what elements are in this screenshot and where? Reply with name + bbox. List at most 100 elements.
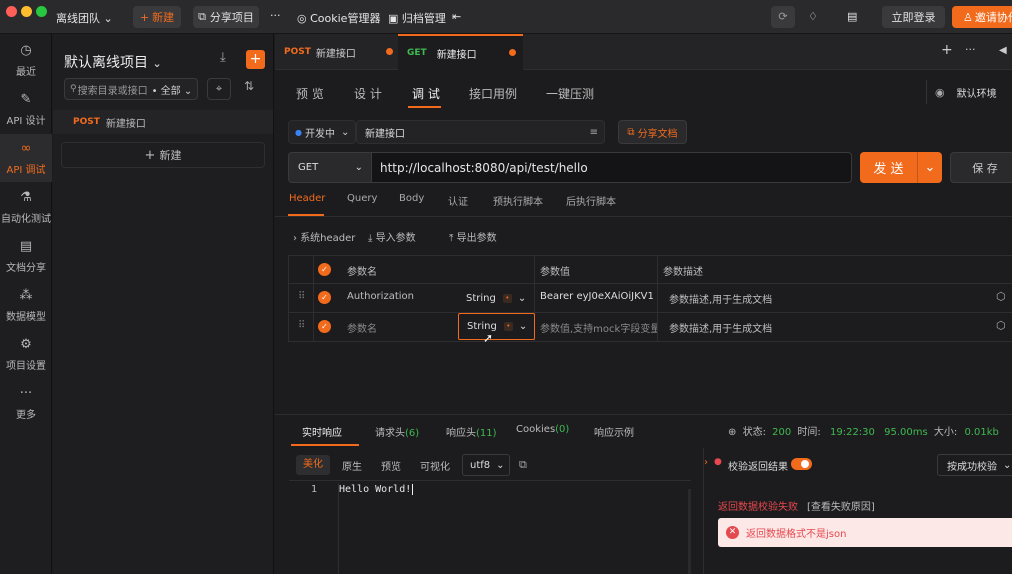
collapse-icon[interactable]: ⇤ xyxy=(452,10,461,23)
sort-icon[interactable]: ⇅ xyxy=(244,79,254,93)
param-name[interactable]: 参数名 xyxy=(347,320,457,335)
subtab-cases[interactable]: 接口用例 xyxy=(469,85,517,102)
nav-auto-test[interactable]: ⚗ 自动化测试 xyxy=(0,183,52,231)
validation-mode-select[interactable]: 按成功校验 ⌄ xyxy=(937,454,1012,476)
view-fail-reason-link[interactable]: [查看失败原因] xyxy=(807,498,875,513)
new-button[interactable]: + 新建 xyxy=(133,6,181,28)
tab-request-headers[interactable]: 请求头(6) xyxy=(375,424,419,439)
tab-query[interactable]: Query xyxy=(347,193,377,204)
tab-more-icon[interactable]: ··· xyxy=(965,43,976,56)
tab-response-headers[interactable]: 响应头(11) xyxy=(446,424,497,439)
import-icon[interactable]: ⤓ xyxy=(220,50,226,65)
team-selector[interactable]: 离线团队 ⌄ xyxy=(56,10,113,26)
copy-icon[interactable]: ⧉ xyxy=(519,458,527,472)
maximize-window-button[interactable] xyxy=(36,6,47,17)
param-value[interactable]: 参数值,支持mock字段变量 xyxy=(540,320,657,335)
locate-icon[interactable]: ⌖ xyxy=(207,78,231,100)
param-desc[interactable]: 参数描述,用于生成文档 xyxy=(669,320,969,335)
view-beautify[interactable]: 美化 xyxy=(296,455,330,475)
param-value[interactable]: Bearer eyJ0eXAiOiJKV1 xyxy=(540,291,653,302)
tab-post-script[interactable]: 后执行脚本 xyxy=(566,193,616,208)
tab-post[interactable]: POST 新建接口 xyxy=(275,34,397,70)
cube-icon[interactable]: ⬡ xyxy=(996,290,1006,303)
subtab-preview[interactable]: 预 览 xyxy=(296,85,324,102)
status-label: 状态: xyxy=(742,427,766,438)
api-name-input[interactable]: 新建接口 ≡ xyxy=(356,120,605,144)
row-checkbox[interactable]: ✓ xyxy=(318,320,331,333)
nav-data-model[interactable]: ⁂ 数据模型 xyxy=(0,281,52,329)
share-project-button[interactable]: ⧉ 分享项目 xyxy=(193,6,259,28)
type-select[interactable]: String • ⌄ xyxy=(458,313,535,340)
share-doc-button[interactable]: ⧉ 分享文档 xyxy=(618,120,687,144)
notification-icon[interactable]: ♢ xyxy=(808,10,818,23)
scrollbar[interactable] xyxy=(688,489,691,574)
type-select[interactable]: String • ⌄ xyxy=(459,286,533,310)
send-button[interactable]: 发 送 ⌄ xyxy=(860,152,942,183)
drag-handle-icon[interactable]: ⠿ xyxy=(298,291,305,302)
param-name[interactable]: Authorization xyxy=(347,291,457,302)
cube-icon[interactable]: ⬡ xyxy=(996,319,1006,332)
save-button[interactable]: 保 存 xyxy=(950,152,1012,183)
view-raw[interactable]: 原生 xyxy=(342,458,362,473)
url-input[interactable]: http://localhost:8080/api/test/hello xyxy=(372,152,852,183)
archive-button[interactable]: ▣ 归档管理 xyxy=(388,10,446,26)
code-editor[interactable]: Hello World! xyxy=(339,484,420,495)
encoding-select[interactable]: utf8 ⌄ xyxy=(462,454,510,476)
select-all-checkbox[interactable]: ✓ xyxy=(318,263,331,276)
login-button[interactable]: 立即登录 xyxy=(882,6,945,28)
view-visual[interactable]: 可视化 xyxy=(420,458,450,473)
nav-doc-share[interactable]: ▤ 文档分享 xyxy=(0,232,52,280)
tab-body[interactable]: Body xyxy=(399,193,424,204)
search-input[interactable]: ⚲ 搜索目录或接口 • 全部 ⌄ xyxy=(64,78,198,100)
system-header-toggle[interactable]: › 系统header xyxy=(293,229,355,244)
more-icon[interactable]: ··· xyxy=(270,9,281,22)
nav-api-debug[interactable]: ∞ API 调试 xyxy=(0,134,52,182)
edit-icon[interactable]: ≡ xyxy=(590,127,598,138)
export-params-button[interactable]: ⤒ 导出参数 xyxy=(449,229,497,244)
env-selector[interactable]: ◉ 默认环境 xyxy=(926,80,1012,104)
title-bar: 离线团队 ⌄ + 新建 ⧉ 分享项目 ··· ◎ Cookie管理器 ▣ 归档管理 … xyxy=(0,0,1012,34)
cookie-manager-button[interactable]: ◎ Cookie管理器 xyxy=(297,10,380,26)
add-button[interactable]: + xyxy=(246,50,265,69)
nav-label: API 设计 xyxy=(6,115,46,127)
tab-auth[interactable]: 认证 xyxy=(448,193,468,208)
tab-pre-script[interactable]: 预执行脚本 xyxy=(493,193,543,208)
server-selector[interactable]: ● 开发中 ⌄ xyxy=(288,120,356,144)
chevron-down-icon[interactable]: ⌄ xyxy=(917,152,942,183)
tab-response-example[interactable]: 响应示例 xyxy=(594,424,634,439)
archive-icon: ▣ xyxy=(388,12,399,25)
nav-more[interactable]: ··· 更多 xyxy=(0,379,52,427)
subtab-stress[interactable]: 一键压测 xyxy=(546,85,594,102)
sync-icon[interactable]: ⟳ xyxy=(771,6,795,28)
view-preview[interactable]: 预览 xyxy=(381,458,401,473)
project-selector[interactable]: 默认离线项目 ⌄ xyxy=(64,52,162,72)
drag-handle-icon[interactable]: ⠿ xyxy=(298,320,305,331)
import-params-button[interactable]: ⤓ 导入参数 xyxy=(368,229,416,244)
collapse-icon[interactable]: ◀ xyxy=(999,45,1007,56)
tree-new-button[interactable]: + 新建 xyxy=(61,142,265,168)
validation-toggle[interactable] xyxy=(791,458,812,470)
status-code: 200 xyxy=(772,427,792,438)
nav-recent[interactable]: ◷ 最近 xyxy=(0,36,52,84)
tab-get[interactable]: GET 新建接口 xyxy=(398,34,523,70)
filter-dropdown[interactable]: • 全部 ⌄ xyxy=(152,82,193,97)
method-select[interactable]: GET ⌄ xyxy=(288,152,372,183)
expand-icon[interactable]: › xyxy=(704,457,708,468)
tab-header[interactable]: Header xyxy=(289,193,325,204)
tab-cookies[interactable]: Cookies(0) xyxy=(516,424,569,435)
invite-label: 邀请协作 xyxy=(974,11,1012,24)
tab-realtime-response[interactable]: 实时响应 xyxy=(302,424,342,439)
row-checkbox[interactable]: ✓ xyxy=(318,291,331,304)
nav-project-settings[interactable]: ⚙ 项目设置 xyxy=(0,330,52,378)
param-desc[interactable]: 参数描述,用于生成文档 xyxy=(669,291,969,306)
subtab-debug[interactable]: 调 试 xyxy=(412,85,440,102)
nav-api-design[interactable]: ✎ API 设计 xyxy=(0,85,52,133)
minimize-window-button[interactable] xyxy=(21,6,32,17)
share-icon: ⧉ xyxy=(198,10,206,23)
add-tab-icon[interactable]: + xyxy=(941,42,953,58)
invite-button[interactable]: ♙邀请协作 xyxy=(952,6,1012,28)
close-window-button[interactable] xyxy=(6,6,17,17)
subtab-design[interactable]: 设 计 xyxy=(354,85,382,102)
tree-item[interactable]: POST 新建接口 xyxy=(53,110,273,134)
note-icon[interactable]: ▤ xyxy=(847,10,857,23)
